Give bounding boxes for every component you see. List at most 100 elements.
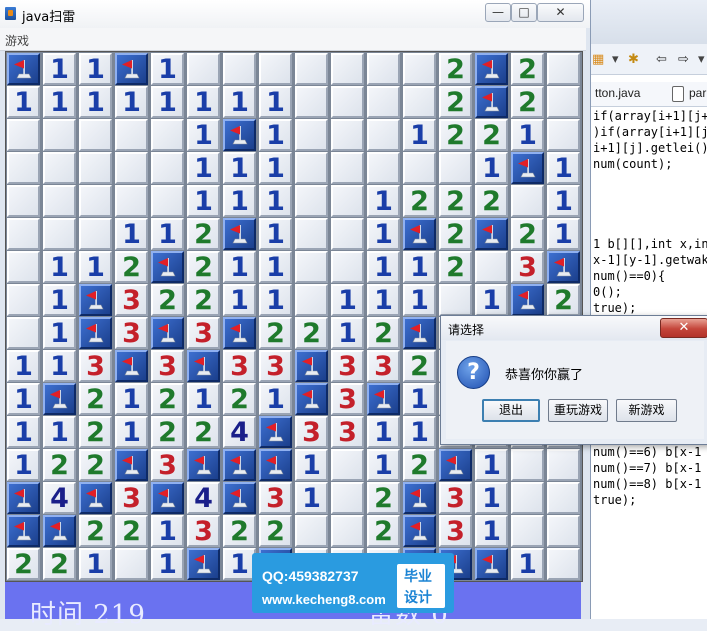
- covered-cell[interactable]: [7, 152, 40, 184]
- number-cell[interactable]: 1: [511, 119, 544, 151]
- covered-cell[interactable]: [79, 152, 112, 184]
- number-cell[interactable]: 3: [115, 284, 148, 316]
- covered-cell[interactable]: [151, 185, 184, 217]
- number-cell[interactable]: 1: [259, 119, 292, 151]
- dialog-close-button[interactable]: ✕: [660, 318, 707, 338]
- covered-cell[interactable]: [295, 284, 328, 316]
- flag-cell[interactable]: [223, 482, 256, 514]
- covered-cell[interactable]: [511, 515, 544, 547]
- covered-cell[interactable]: [331, 251, 364, 283]
- number-cell[interactable]: 1: [7, 383, 40, 415]
- covered-cell[interactable]: [295, 86, 328, 118]
- number-cell[interactable]: 1: [79, 53, 112, 85]
- number-cell[interactable]: 2: [151, 383, 184, 415]
- flag-cell[interactable]: [511, 152, 544, 184]
- covered-cell[interactable]: [511, 482, 544, 514]
- number-cell[interactable]: 1: [151, 53, 184, 85]
- covered-cell[interactable]: [367, 53, 400, 85]
- flag-cell[interactable]: [475, 53, 508, 85]
- number-cell[interactable]: 1: [475, 152, 508, 184]
- number-cell[interactable]: 3: [511, 251, 544, 283]
- number-cell[interactable]: 1: [475, 284, 508, 316]
- covered-cell[interactable]: [295, 119, 328, 151]
- covered-cell[interactable]: [187, 53, 220, 85]
- flag-cell[interactable]: [223, 317, 256, 349]
- covered-cell[interactable]: [331, 86, 364, 118]
- flag-cell[interactable]: [259, 416, 292, 448]
- number-cell[interactable]: 4: [223, 416, 256, 448]
- flag-cell[interactable]: [511, 284, 544, 316]
- number-cell[interactable]: 1: [475, 482, 508, 514]
- number-cell[interactable]: 1: [367, 284, 400, 316]
- covered-cell[interactable]: [295, 152, 328, 184]
- number-cell[interactable]: 3: [187, 515, 220, 547]
- flag-cell[interactable]: [187, 350, 220, 382]
- flag-cell[interactable]: [187, 449, 220, 481]
- close-button[interactable]: ✕: [537, 3, 584, 22]
- covered-cell[interactable]: [331, 515, 364, 547]
- covered-cell[interactable]: [43, 152, 76, 184]
- number-cell[interactable]: 1: [403, 119, 436, 151]
- number-cell[interactable]: 2: [367, 515, 400, 547]
- ide-tab-par[interactable]: par: [689, 86, 706, 100]
- flag-cell[interactable]: [403, 482, 436, 514]
- number-cell[interactable]: 1: [43, 317, 76, 349]
- covered-cell[interactable]: [7, 185, 40, 217]
- number-cell[interactable]: 1: [223, 86, 256, 118]
- flag-cell[interactable]: [223, 119, 256, 151]
- number-cell[interactable]: 2: [259, 317, 292, 349]
- number-cell[interactable]: 1: [475, 449, 508, 481]
- covered-cell[interactable]: [115, 152, 148, 184]
- flag-cell[interactable]: [547, 251, 580, 283]
- number-cell[interactable]: 2: [367, 317, 400, 349]
- number-cell[interactable]: 1: [79, 548, 112, 580]
- number-cell[interactable]: 1: [43, 251, 76, 283]
- number-cell[interactable]: 2: [439, 119, 472, 151]
- number-cell[interactable]: 1: [7, 350, 40, 382]
- number-cell[interactable]: 1: [259, 383, 292, 415]
- number-cell[interactable]: 2: [439, 185, 472, 217]
- number-cell[interactable]: 2: [223, 383, 256, 415]
- number-cell[interactable]: 1: [547, 185, 580, 217]
- covered-cell[interactable]: [367, 86, 400, 118]
- covered-cell[interactable]: [547, 515, 580, 547]
- ide-tab-button-java[interactable]: tton.java: [595, 86, 640, 100]
- number-cell[interactable]: 1: [43, 350, 76, 382]
- number-cell[interactable]: 3: [115, 317, 148, 349]
- number-cell[interactable]: 3: [259, 482, 292, 514]
- number-cell[interactable]: 1: [79, 86, 112, 118]
- number-cell[interactable]: 3: [187, 317, 220, 349]
- number-cell[interactable]: 2: [187, 218, 220, 250]
- number-cell[interactable]: 2: [79, 515, 112, 547]
- covered-cell[interactable]: [43, 119, 76, 151]
- number-cell[interactable]: 1: [151, 515, 184, 547]
- number-cell[interactable]: 2: [439, 251, 472, 283]
- number-cell[interactable]: 3: [79, 350, 112, 382]
- number-cell[interactable]: 2: [511, 53, 544, 85]
- covered-cell[interactable]: [7, 251, 40, 283]
- number-cell[interactable]: 1: [403, 284, 436, 316]
- number-cell[interactable]: 2: [403, 350, 436, 382]
- number-cell[interactable]: 1: [7, 416, 40, 448]
- number-cell[interactable]: 2: [187, 284, 220, 316]
- covered-cell[interactable]: [295, 515, 328, 547]
- covered-cell[interactable]: [331, 53, 364, 85]
- covered-cell[interactable]: [295, 53, 328, 85]
- covered-cell[interactable]: [331, 119, 364, 151]
- covered-cell[interactable]: [331, 482, 364, 514]
- number-cell[interactable]: 1: [367, 185, 400, 217]
- number-cell[interactable]: 2: [79, 449, 112, 481]
- number-cell[interactable]: 1: [151, 218, 184, 250]
- number-cell[interactable]: 4: [43, 482, 76, 514]
- number-cell[interactable]: 2: [439, 86, 472, 118]
- number-cell[interactable]: 1: [115, 383, 148, 415]
- covered-cell[interactable]: [115, 185, 148, 217]
- covered-cell[interactable]: [547, 449, 580, 481]
- number-cell[interactable]: 3: [295, 416, 328, 448]
- covered-cell[interactable]: [547, 548, 580, 580]
- number-cell[interactable]: 1: [187, 185, 220, 217]
- ide-more-icon[interactable]: ▾: [698, 52, 705, 67]
- covered-cell[interactable]: [367, 119, 400, 151]
- covered-cell[interactable]: [331, 449, 364, 481]
- flag-cell[interactable]: [115, 449, 148, 481]
